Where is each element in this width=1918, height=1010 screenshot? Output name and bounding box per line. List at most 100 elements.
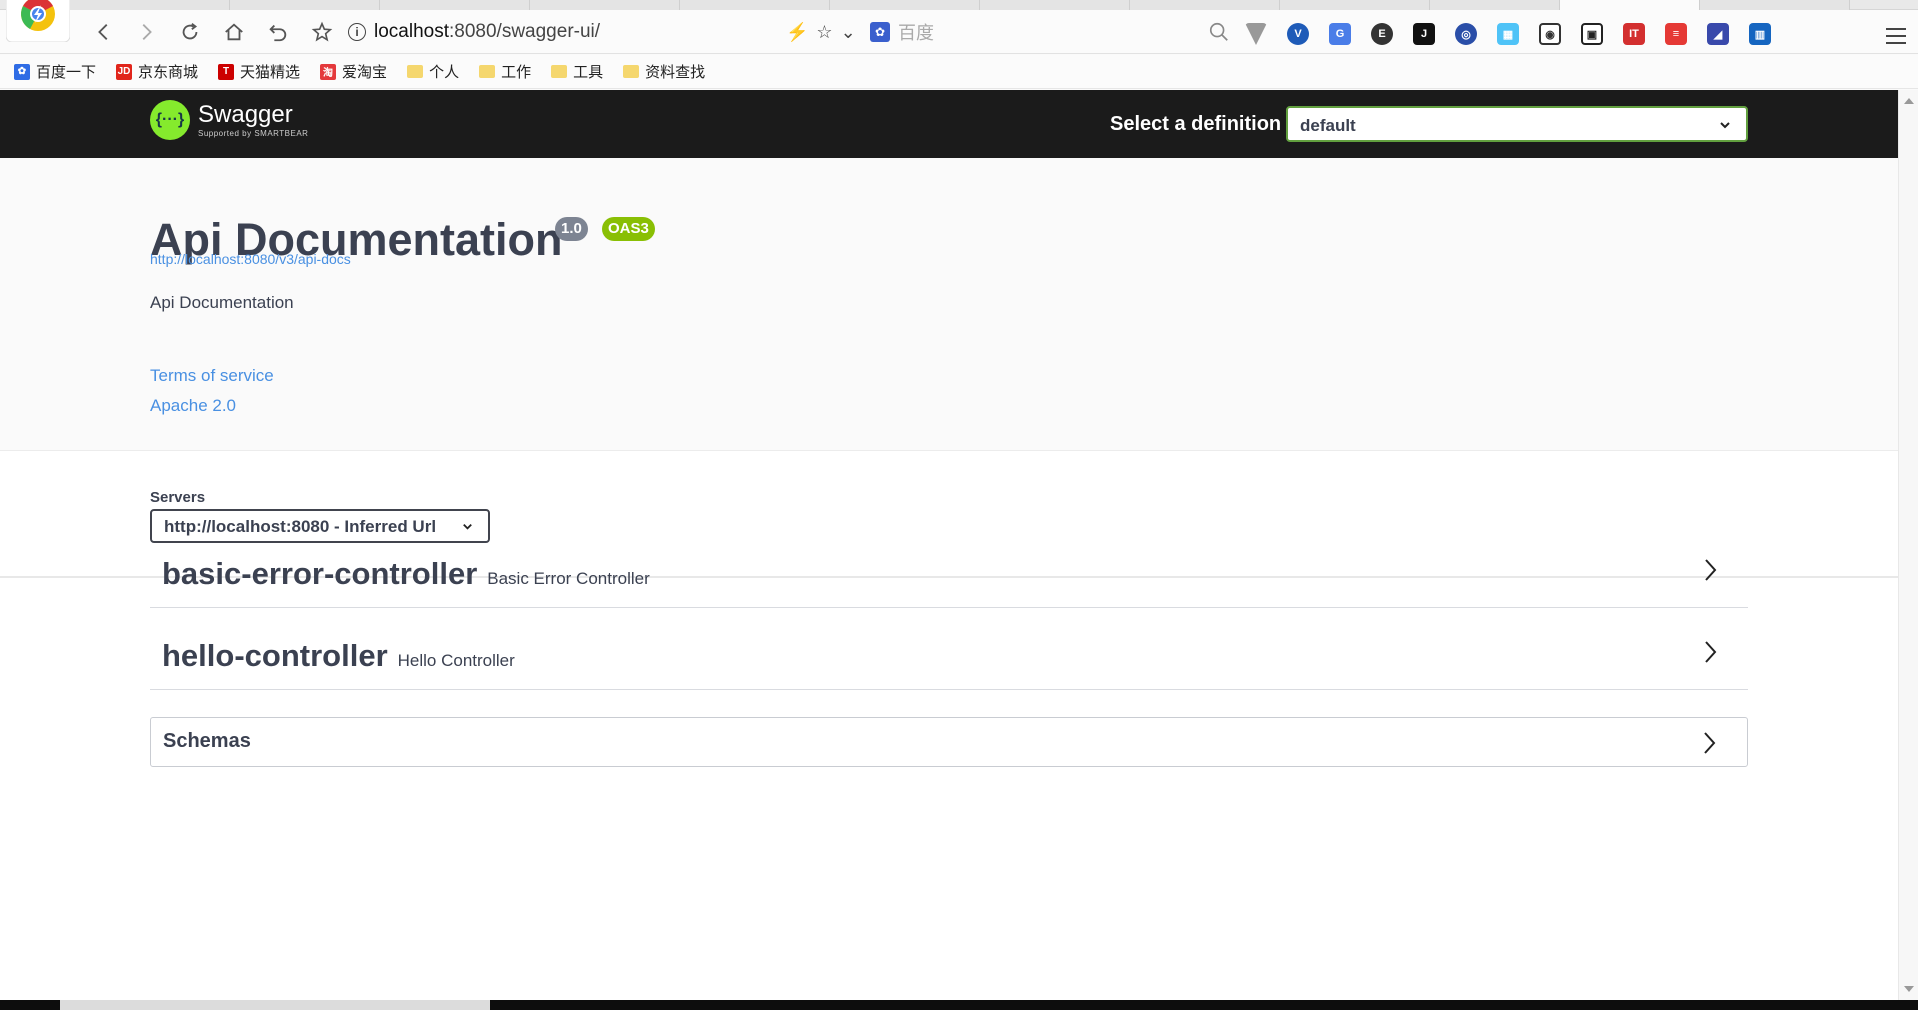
oas-badge: OAS3 bbox=[602, 217, 655, 241]
folder-icon bbox=[479, 65, 496, 78]
bookmark-star-button[interactable] bbox=[308, 18, 336, 46]
browser-tab-active[interactable] bbox=[1560, 0, 1700, 10]
forward-arrow-icon bbox=[142, 24, 152, 40]
tmall-icon: T bbox=[218, 63, 235, 80]
screenshot-extension-icon[interactable]: ◉ bbox=[1539, 23, 1561, 45]
lightning-icon[interactable]: ⚡ bbox=[786, 22, 808, 43]
bookmark-item[interactable]: T 天猫精选 bbox=[218, 61, 300, 82]
bookmark-label: 个人 bbox=[429, 64, 460, 81]
browser-tab[interactable] bbox=[830, 0, 980, 10]
bookmark-item[interactable]: JD 京东商城 bbox=[116, 61, 198, 82]
bookmark-item[interactable]: ✿ 百度一下 bbox=[14, 61, 96, 82]
reader-extension-icon[interactable]: ◢ bbox=[1707, 23, 1729, 45]
back-button[interactable] bbox=[90, 18, 118, 46]
version-badge: 1.0 bbox=[555, 217, 588, 241]
address-actions: ⚡ ☆ ⌄ bbox=[786, 18, 856, 46]
bookmark-item[interactable]: 淘 爱淘宝 bbox=[320, 61, 387, 82]
swagger-logo[interactable]: {···} Swagger Supported by SMARTBEAR bbox=[150, 100, 308, 140]
bookmark-label: 天猫精选 bbox=[240, 64, 301, 81]
forward-button[interactable] bbox=[132, 18, 160, 46]
bookmark-label: 工具 bbox=[573, 64, 604, 81]
filter-extension-icon[interactable] bbox=[1245, 23, 1267, 45]
definition-label: Select a definition bbox=[1110, 113, 1282, 135]
home-button[interactable] bbox=[220, 18, 248, 46]
browser-tab[interactable] bbox=[380, 0, 530, 10]
chevron-right-icon[interactable] bbox=[1699, 729, 1719, 757]
bookmark-folder[interactable]: 个人 bbox=[407, 61, 459, 82]
bookmark-label: 工作 bbox=[501, 64, 532, 81]
screen-extension-icon[interactable]: ◎ bbox=[1455, 23, 1477, 45]
bookmark-folder[interactable]: 工具 bbox=[551, 61, 603, 82]
vpn-extension-icon[interactable]: V bbox=[1287, 23, 1309, 45]
scroll-up-icon[interactable] bbox=[1904, 98, 1914, 104]
tag-description: Basic Error Controller bbox=[487, 569, 650, 588]
tag-description: Hello Controller bbox=[397, 651, 515, 670]
jd-icon: JD bbox=[116, 63, 133, 80]
terms-of-service-link[interactable]: Terms of service bbox=[150, 366, 274, 386]
api-info: Api Documentation 1.0 OAS3 http://localh… bbox=[0, 158, 1898, 451]
search-box[interactable]: ✿ 百度 bbox=[870, 18, 1230, 46]
search-icon[interactable] bbox=[1208, 21, 1230, 43]
license-link[interactable]: Apache 2.0 bbox=[150, 396, 236, 416]
bookmark-folder[interactable]: 资料查找 bbox=[623, 61, 705, 82]
browser-tab[interactable] bbox=[230, 0, 380, 10]
tag-title: basic-error-controller Basic Error Contro… bbox=[162, 556, 650, 592]
tab-strip bbox=[0, 0, 1918, 10]
browser-tab[interactable] bbox=[1280, 0, 1430, 10]
browser-tab[interactable] bbox=[70, 0, 230, 10]
chevron-right-icon[interactable] bbox=[1700, 638, 1720, 666]
evernote-extension-icon[interactable]: E bbox=[1371, 23, 1393, 45]
reload-button[interactable] bbox=[176, 18, 204, 46]
chevron-right-icon[interactable] bbox=[1700, 556, 1720, 584]
jetbrains-extension-icon[interactable]: J bbox=[1413, 23, 1435, 45]
baidu-icon: ✿ bbox=[14, 63, 30, 80]
tag-name: basic-error-controller bbox=[162, 556, 478, 591]
tag-title: hello-controller Hello Controller bbox=[162, 638, 515, 674]
grid-extension-icon[interactable]: ▦ bbox=[1497, 23, 1519, 45]
search-placeholder: 百度 bbox=[898, 23, 934, 43]
schemas-section[interactable]: Schemas bbox=[150, 717, 1748, 767]
browser-tab[interactable] bbox=[1430, 0, 1560, 10]
browser-tab[interactable] bbox=[980, 0, 1130, 10]
qrcode-extension-icon[interactable]: ▣ bbox=[1581, 23, 1603, 45]
swagger-topbar: {···} Swagger Supported by SMARTBEAR Sel… bbox=[0, 90, 1898, 158]
api-description: Api Documentation bbox=[150, 293, 294, 312]
folder-icon bbox=[551, 65, 568, 78]
back-arrow-icon bbox=[98, 24, 108, 40]
swagger-logo-sub: Supported by SMARTBEAR bbox=[198, 129, 309, 138]
browser-tab[interactable] bbox=[1700, 0, 1850, 10]
tag-name: hello-controller bbox=[162, 638, 388, 673]
translate-extension-icon[interactable]: G bbox=[1329, 23, 1351, 45]
spec-url-link[interactable]: http://localhost:8080/v3/api-docs bbox=[150, 251, 351, 267]
calendar-extension-icon[interactable]: ▥ bbox=[1749, 23, 1771, 45]
tag-hello-controller[interactable]: hello-controller Hello Controller bbox=[150, 610, 1748, 690]
baidu-engine-icon[interactable]: ✿ bbox=[870, 22, 890, 42]
folder-icon bbox=[407, 65, 424, 78]
bookmark-label: 京东商城 bbox=[138, 64, 199, 81]
browser-tab[interactable] bbox=[1130, 0, 1280, 10]
favorite-star-icon[interactable]: ☆ bbox=[816, 22, 832, 43]
browser-tab[interactable] bbox=[680, 0, 830, 10]
extensions-bar: V G E J ◎ ▦ ◉ ▣ IT ≡ ◢ ▥ bbox=[1245, 22, 1771, 46]
browser-menu-icon[interactable] bbox=[1886, 28, 1906, 44]
browser-toolbar: i localhost:8080/swagger-ui/ ⚡ ☆ ⌄ ✿ 百度 … bbox=[0, 10, 1918, 54]
site-info-icon[interactable]: i bbox=[348, 23, 366, 41]
browser-tab[interactable] bbox=[530, 0, 680, 10]
stack-extension-icon[interactable]: ≡ bbox=[1665, 23, 1687, 45]
bookmark-label: 百度一下 bbox=[36, 64, 97, 81]
vertical-scrollbar[interactable] bbox=[1898, 90, 1918, 1000]
undo-icon bbox=[269, 24, 287, 42]
swagger-logo-name: Swagger bbox=[198, 101, 293, 128]
url-path: :8080/swagger-ui/ bbox=[449, 21, 601, 42]
bookmark-folder[interactable]: 工作 bbox=[479, 61, 531, 82]
taskbar-window[interactable] bbox=[60, 1000, 490, 1010]
browser-logo-icon[interactable] bbox=[6, 0, 70, 42]
it-extension-icon[interactable]: IT bbox=[1623, 23, 1645, 45]
dropdown-chevron-icon[interactable]: ⌄ bbox=[841, 22, 856, 43]
servers-label: Servers bbox=[150, 489, 206, 506]
definition-select[interactable]: default bbox=[1286, 106, 1748, 142]
star-icon bbox=[311, 21, 333, 42]
scroll-down-icon[interactable] bbox=[1904, 986, 1914, 992]
undo-close-button[interactable] bbox=[264, 18, 292, 46]
tag-basic-error-controller[interactable]: basic-error-controller Basic Error Contro… bbox=[150, 528, 1748, 608]
